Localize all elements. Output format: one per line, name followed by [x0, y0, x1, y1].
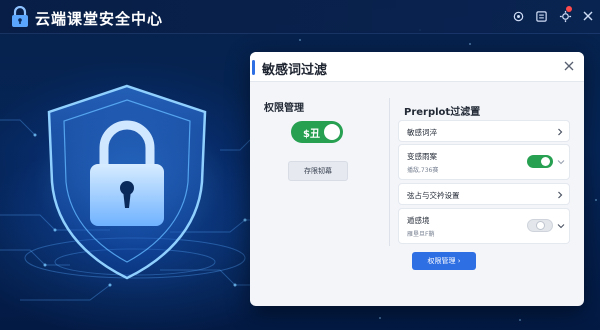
permission-toggle[interactable]: $丑 [291, 121, 343, 143]
permission-heading: 权限管理 [264, 103, 304, 114]
dialog-header: 敏感词过滤 [250, 52, 584, 82]
toggle-knob [541, 157, 550, 166]
notification-dot [566, 6, 572, 12]
chevron-right-icon [558, 128, 563, 136]
toggle-knob [324, 124, 340, 140]
settings-row: 遁感境 雁垦旦F鞘 [398, 208, 570, 244]
document-icon[interactable] [533, 8, 549, 24]
dialog-title: 敏感词过滤 [262, 63, 328, 78]
row-toggle[interactable] [527, 155, 553, 168]
left-action-button[interactable]: 存限韧幕 [288, 161, 348, 181]
row-label: 变感雨案 [407, 152, 437, 161]
row-label: 弦占与交衿设置 [407, 191, 460, 200]
filter-settings-heading: Prerplot过滤置 [404, 107, 481, 118]
toggle-label: $丑 [303, 129, 320, 140]
app-title: 云端课堂安全中心 [35, 10, 164, 28]
column-divider [389, 98, 390, 246]
lock-icon [12, 6, 28, 27]
chevron-right-icon [558, 191, 563, 199]
permission-manage-button[interactable]: 权限管理 › [412, 252, 476, 270]
settings-row: 变感雨案 播敌,736赛 [398, 144, 570, 180]
close-icon[interactable] [580, 8, 596, 24]
row-sublabel: 雁垦旦F鞘 [407, 231, 435, 238]
settings-icon[interactable] [510, 8, 526, 24]
header-accent [252, 60, 255, 75]
settings-row[interactable]: 弦占与交衿设置 [398, 183, 570, 205]
settings-row[interactable]: 敏感词淬 [398, 120, 570, 142]
sensitive-word-dialog: 敏感词过滤 权限管理 $丑 存限韧幕 Prerplot过滤置 敏感词淬 变感雨案… [250, 52, 584, 306]
row-sublabel: 播敌,736赛 [407, 167, 439, 174]
chevron-down-icon[interactable] [557, 158, 565, 166]
shield-lock-icon [47, 84, 207, 280]
row-toggle[interactable] [527, 219, 553, 232]
row-label: 敏感词淬 [407, 128, 437, 137]
row-label: 遁感境 [407, 216, 430, 225]
title-bar: 云端课堂安全中心 [0, 0, 600, 34]
toggle-knob [536, 221, 545, 230]
chevron-down-icon[interactable] [557, 222, 565, 230]
close-icon[interactable] [562, 59, 576, 73]
